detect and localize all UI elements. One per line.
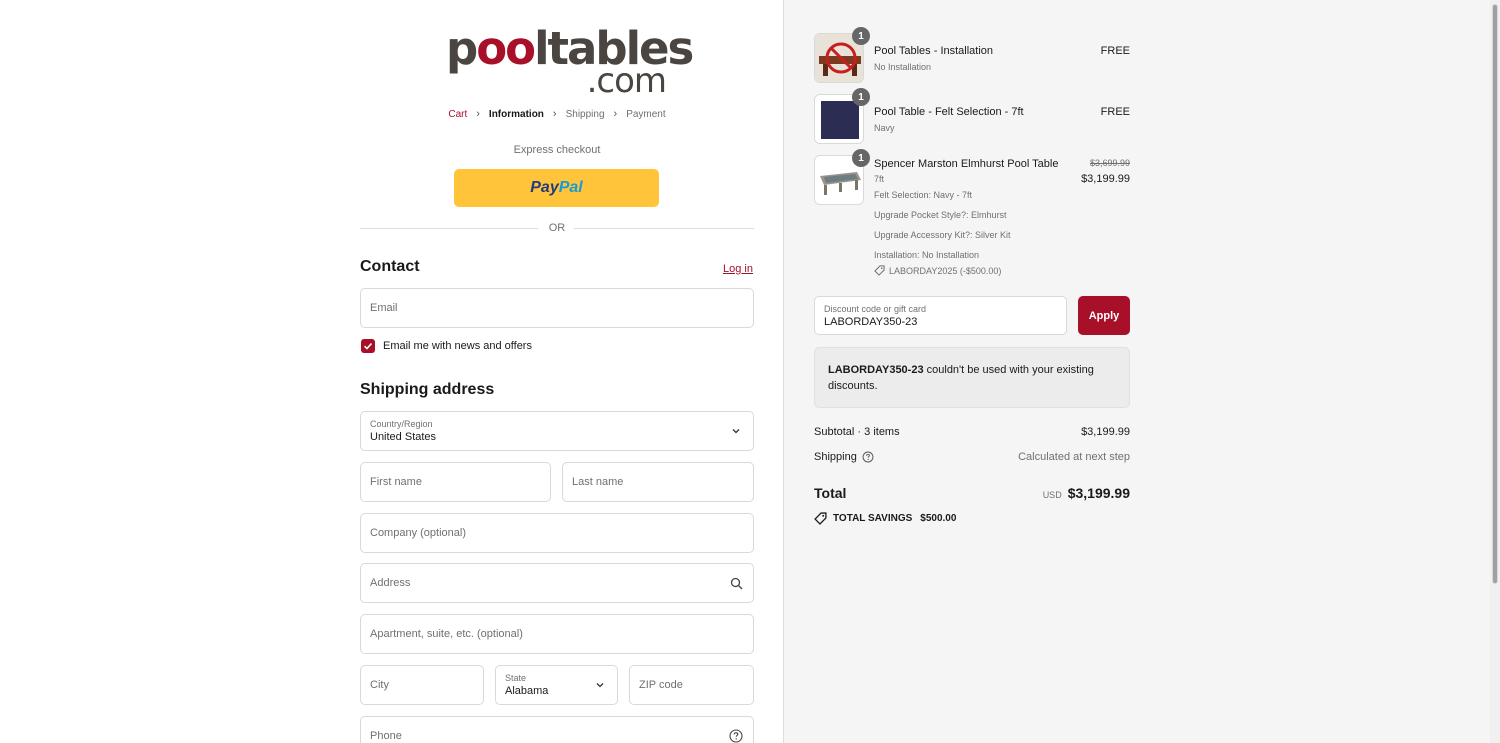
newsletter-checkbox[interactable] [361,339,375,353]
subtotal-value: $3,199.99 [1081,426,1130,438]
shipping-label-wrap: Shipping [814,451,874,463]
last-name-placeholder: Last name [572,476,624,488]
country-select[interactable]: Country/Region United States [360,411,754,451]
apartment-placeholder: Apartment, suite, etc. (optional) [370,628,523,640]
item-option: Installation: No Installation [874,250,980,260]
country-value: United States [370,431,437,443]
item-name: Pool Tables - Installation [874,45,994,57]
order-item: 1 Pool Tables - Installation No Installa… [814,27,1130,83]
scrollbar-thumb[interactable] [1492,4,1498,584]
item-price: FREE [1100,106,1130,118]
item-price: $3,199.99 [1081,173,1130,185]
first-name-field[interactable]: First name [360,462,551,502]
chevron-right-icon: › [476,108,480,120]
total-amount: USD $3,199.99 [1043,485,1130,501]
paypal-logo-pay: Pay [530,179,559,196]
divider-line [574,228,754,229]
total-savings-value: $500.00 [920,513,957,524]
company-field[interactable]: Company (optional) [360,513,754,553]
city-placeholder: City [370,679,389,691]
total-savings-label: TOTAL SAVINGS [833,513,913,524]
country-label: Country/Region [370,419,433,429]
shipping-row: Shipping Calculated at next step [814,451,1130,465]
discount-code-value: LABORDAY350-23 [824,316,918,328]
email-placeholder: Email [370,302,398,314]
checkout-form-panel: pooltables .com Cart › Information › Shi… [0,0,783,743]
company-placeholder: Company (optional) [370,527,466,539]
item-discount-code: LABORDAY2025 (-$500.00) [889,265,1002,276]
breadcrumb-payment: Payment [626,108,666,120]
item-original-price: $3,699.99 [1089,158,1130,168]
item-name: Pool Table - Felt Selection - 7ft [874,106,1024,118]
logo-dotcom: .com [586,61,667,101]
item-discount: LABORDAY2025 (-$500.00) [874,265,1001,276]
breadcrumb: Cart › Information › Shipping › Payment [360,108,754,120]
phone-field[interactable]: Phone [360,716,754,743]
state-value: Alabama [505,685,549,697]
chevron-down-icon [593,678,607,692]
subtotal-label: Subtotal · 3 items [814,426,900,438]
discount-code-label: Discount code or gift card [824,304,927,314]
city-field[interactable]: City [360,665,484,705]
state-label: State [505,673,527,683]
last-name-field[interactable]: Last name [562,462,754,502]
shipping-address-heading: Shipping address [360,381,495,398]
quantity-badge: 1 [852,149,870,167]
contact-heading: Contact [360,258,420,275]
zip-placeholder: ZIP code [639,679,683,691]
email-field[interactable]: Email [360,288,754,328]
chevron-right-icon: › [552,108,557,120]
search-icon[interactable] [729,576,743,590]
apply-discount-button[interactable]: Apply [1078,296,1130,335]
total-value: $3,199.99 [1067,485,1130,501]
shipping-label: Shipping [814,451,857,463]
express-checkout-label: Express checkout [513,144,601,156]
item-option: Felt Selection: Navy - 7ft [874,190,973,200]
newsletter-checkbox-row[interactable]: Email me with news and offers [361,339,532,353]
order-item: 1 Spencer Marston Elmhurst Pool Table 7f… [814,149,1130,280]
address-placeholder: Address [370,577,411,589]
address-field[interactable]: Address [360,563,754,603]
page-scrollbar[interactable] [1490,0,1500,743]
breadcrumb-cart[interactable]: Cart [448,109,467,120]
quantity-badge: 1 [852,88,870,106]
chevron-right-icon: › [613,108,618,120]
shipping-value: Calculated at next step [1018,451,1130,463]
total-label: Total [814,485,847,501]
item-option: Upgrade Accessory Kit?: Silver Kit [874,230,1011,240]
item-variant: 7ft [874,174,885,184]
tag-icon [814,512,827,525]
item-price: FREE [1100,45,1130,57]
site-logo[interactable]: pooltables .com [446,24,694,101]
breadcrumb-information: Information [488,108,544,120]
quantity-badge: 1 [852,27,870,45]
breadcrumb-shipping: Shipping [565,108,605,120]
apartment-field[interactable]: Apartment, suite, etc. (optional) [360,614,754,654]
order-item: 1 Pool Table - Felt Selection - 7ft Navy… [814,88,1130,144]
or-divider: OR [360,222,754,236]
paypal-logo-pal: Pal [558,179,583,196]
item-variant: Navy [874,123,895,133]
login-link[interactable]: Log in [723,263,753,275]
item-name: Spencer Marston Elmhurst Pool Table [874,158,1059,170]
phone-placeholder: Phone [370,730,402,742]
paypal-button[interactable]: Pay Pal [454,169,659,207]
checkmark-icon [363,342,373,350]
zip-field[interactable]: ZIP code [629,665,754,705]
item-option: Upgrade Pocket Style?: Elmhurst [874,210,1007,220]
newsletter-label: Email me with news and offers [383,340,532,352]
discount-error-notice: LABORDAY350-23 couldn't be used with you… [814,347,1130,408]
item-variant: No Installation [874,62,932,72]
total-currency: USD [1042,490,1062,500]
state-select[interactable]: State Alabama [495,665,618,705]
tag-icon [874,265,885,276]
chevron-down-icon [729,424,743,438]
discount-code-field[interactable]: Discount code or gift card LABORDAY350-2… [814,296,1067,335]
total-savings: TOTAL SAVINGS $500.00 [814,512,956,525]
help-circle-icon[interactable] [729,729,743,743]
first-name-placeholder: First name [370,476,422,488]
subtotal-row: Subtotal · 3 items $3,199.99 [814,426,1130,440]
notice-code: LABORDAY350-23 [828,364,924,376]
help-circle-icon[interactable] [862,451,874,463]
